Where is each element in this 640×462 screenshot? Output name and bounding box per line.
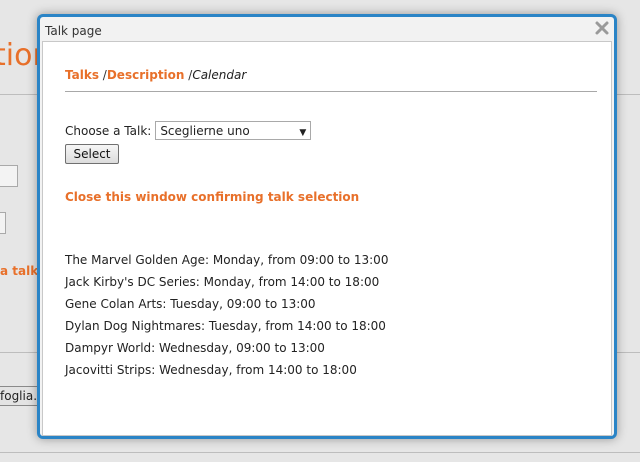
tab-description[interactable]: Description: [107, 68, 185, 82]
dialog-titlebar[interactable]: Talk page: [40, 17, 614, 41]
content-divider: [65, 91, 597, 92]
list-item: Dampyr World: Wednesday, 09:00 to 13:00: [65, 341, 325, 355]
select-button[interactable]: Select: [65, 144, 119, 164]
talk-select[interactable]: Sceglierne uno ▼: [155, 121, 312, 140]
close-x-icon[interactable]: [594, 20, 610, 36]
dropdown-arrow-icon: ▼: [299, 128, 307, 138]
list-item: Jack Kirby's DC Series: Monday, from 14:…: [65, 275, 380, 289]
choose-talk-label: Choose a Talk:: [65, 123, 152, 138]
talk-schedule-list: The Marvel Golden Age: Monday, from 09:0…: [65, 252, 388, 384]
confirm-selection-link[interactable]: Close this window confirming talk select…: [65, 190, 359, 204]
dialog-title: Talk page: [45, 24, 102, 38]
background-input: [0, 165, 18, 187]
tab-nav: Talks /Description /Calendar: [65, 68, 246, 82]
list-item: Jacovitti Strips: Wednesday, from 14:00 …: [65, 363, 357, 377]
list-item: The Marvel Golden Age: Monday, from 09:0…: [65, 253, 389, 267]
background-input-small: [0, 212, 6, 234]
list-item: Gene Colan Arts: Tuesday, 09:00 to 13:00: [65, 297, 316, 311]
tab-calendar: Calendar: [192, 68, 247, 82]
choose-talk-row: Choose a Talk: Sceglierne uno ▼: [65, 121, 312, 140]
background-divider-3: [0, 452, 640, 453]
tab-separator: /: [98, 68, 107, 82]
list-item: Dylan Dog Nightmares: Tuesday, from 14:0…: [65, 319, 386, 333]
talk-dialog: Talk page Talks /Description /Calendar C…: [37, 14, 617, 439]
dialog-content: Talks /Description /Calendar Choose a Ta…: [42, 41, 612, 436]
tab-talks[interactable]: Talks: [65, 68, 99, 82]
talk-select-value: Sceglierne uno: [160, 124, 250, 138]
background-link: a talk: [0, 264, 39, 278]
